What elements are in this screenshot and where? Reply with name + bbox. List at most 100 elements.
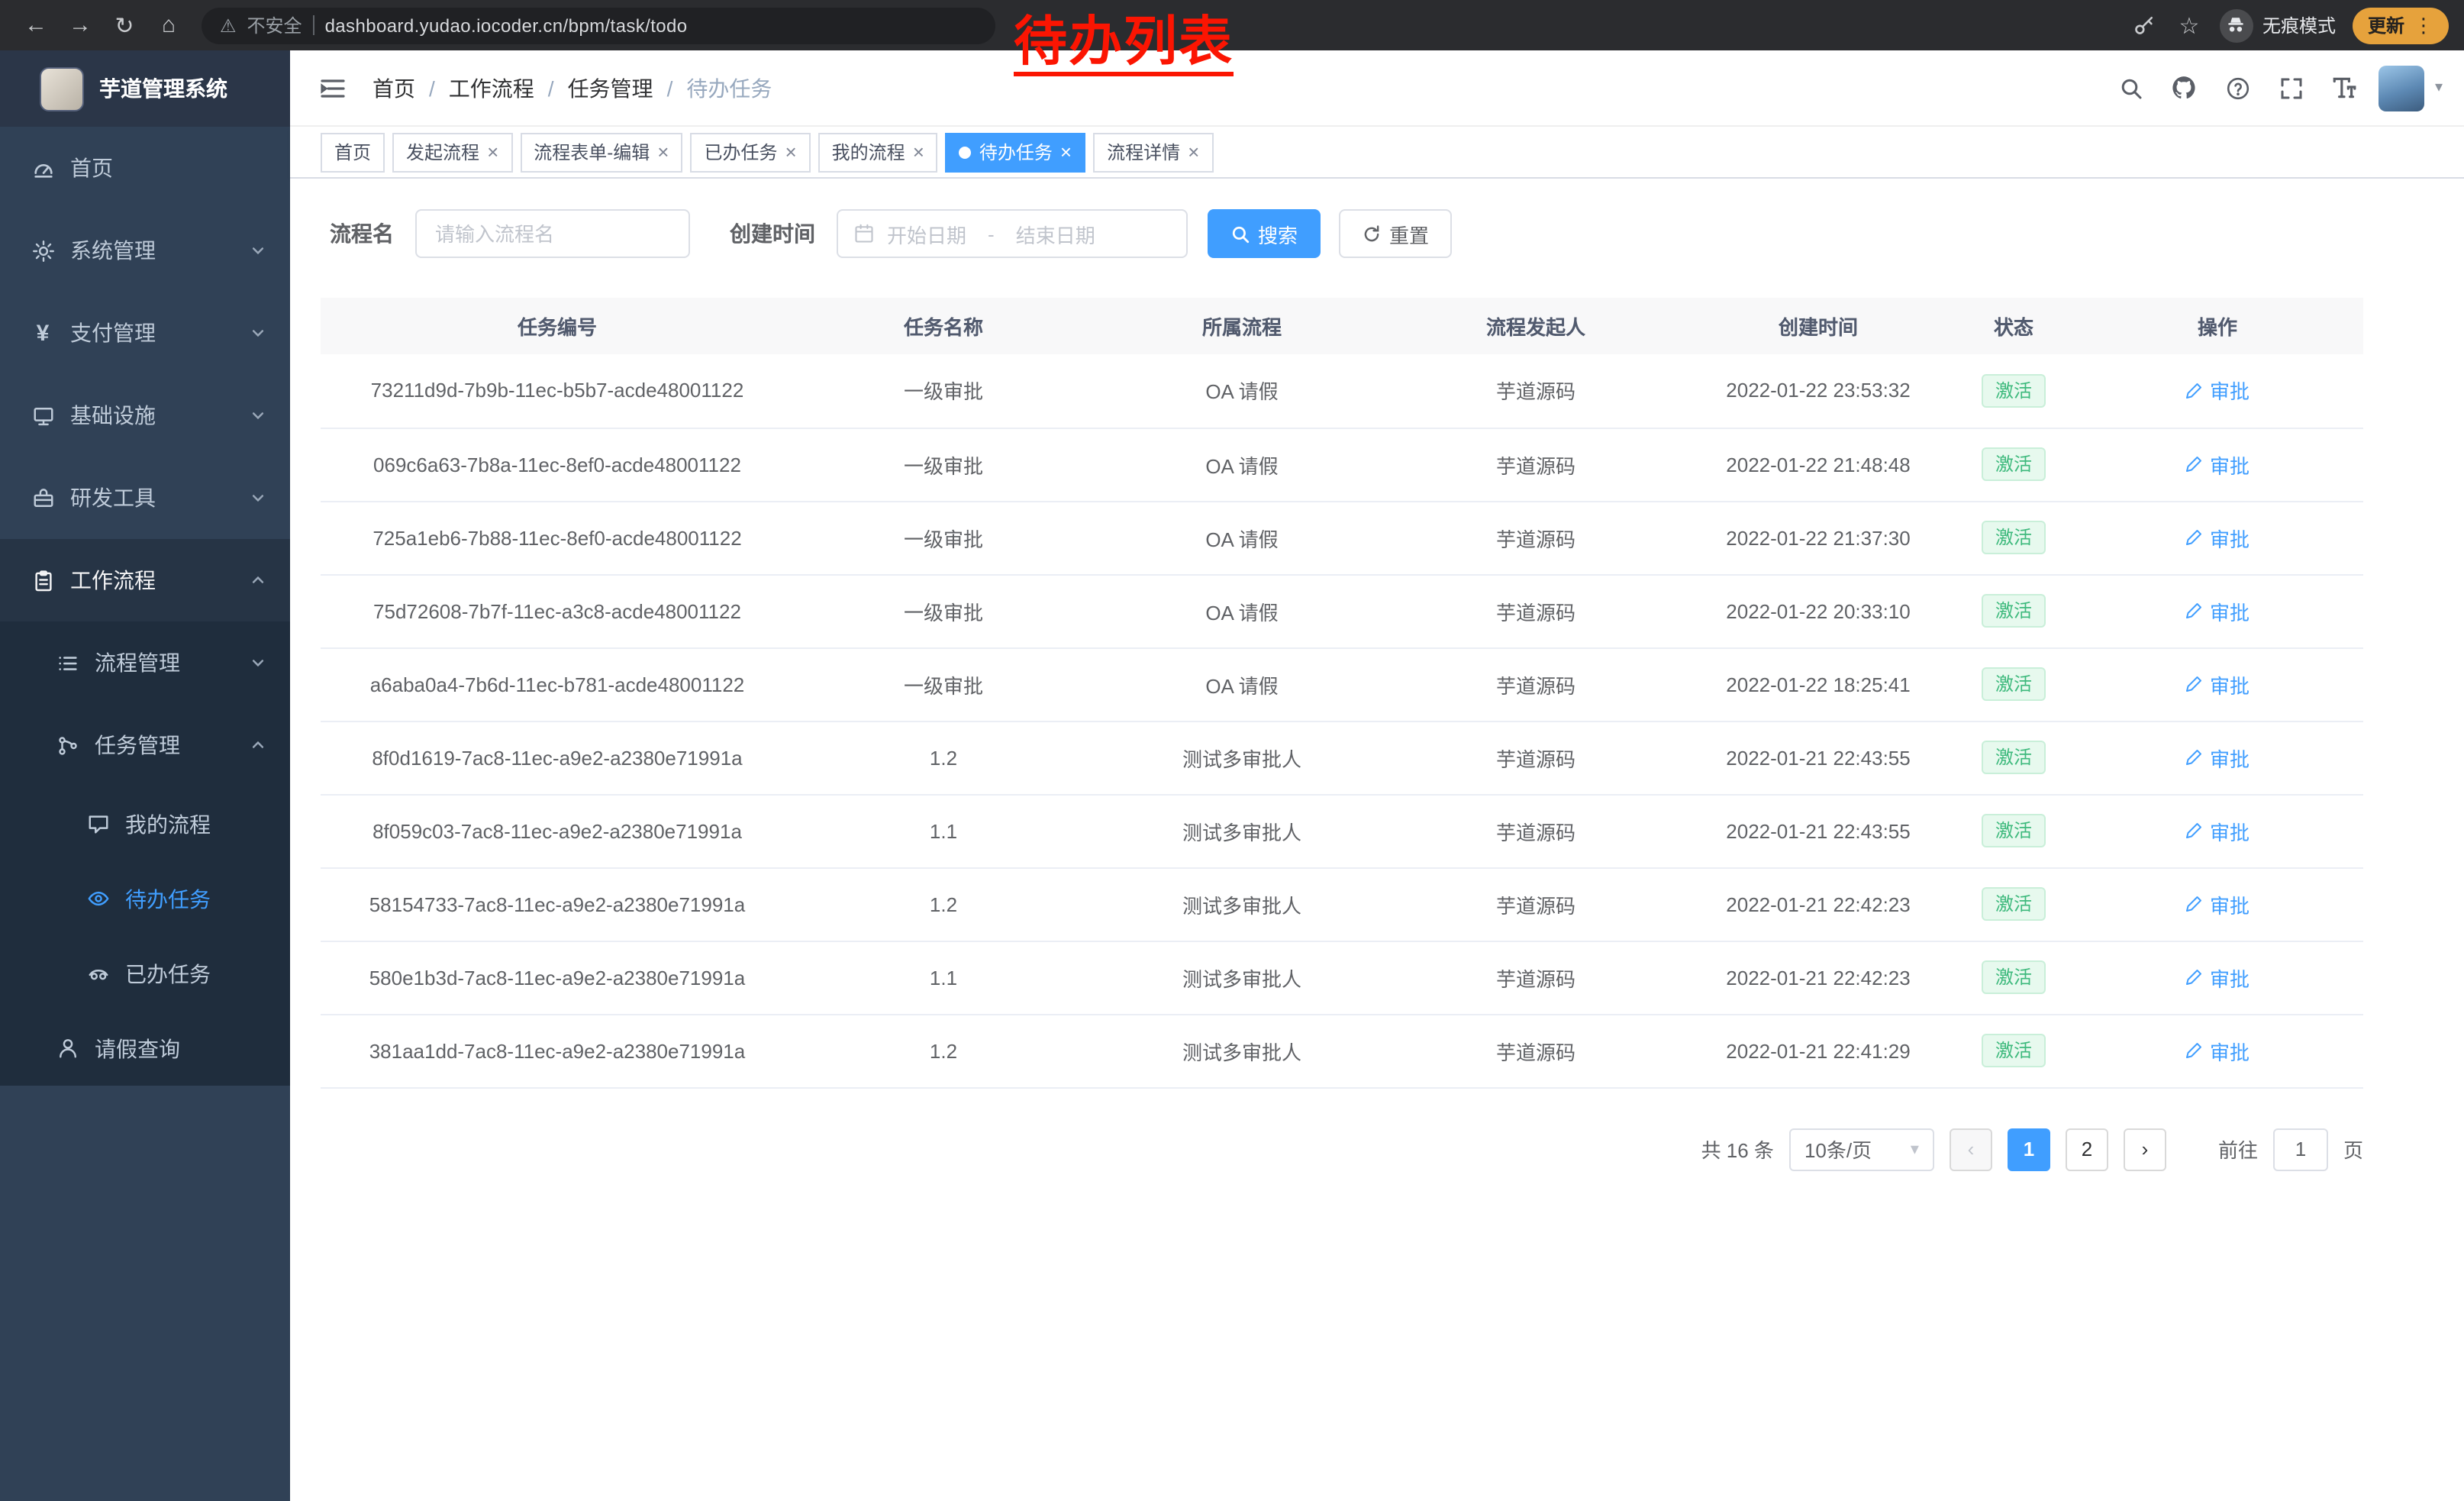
close-icon[interactable]: × [1188,142,1199,162]
approve-label: 审批 [2210,963,2250,992]
tab-my-processes[interactable]: 我的流程 × [818,132,938,172]
approve-link[interactable]: 审批 [2185,743,2250,772]
status-badge: 激活 [1982,960,2046,994]
initiator: 芋道源码 [1496,454,1575,477]
next-page-button[interactable]: › [2124,1128,2166,1170]
close-icon[interactable]: × [785,142,796,162]
chevron-down-icon [250,243,266,258]
tab-home[interactable]: 首页 [321,132,385,172]
approve-link[interactable]: 审批 [2185,1036,2250,1065]
sidebar-item-label: 流程管理 [95,647,180,678]
start-date-placeholder: 开始日期 [887,219,966,248]
chevron-down-icon: ▾ [1911,1139,1919,1159]
reset-button[interactable]: 重置 [1339,209,1452,258]
breadcrumb-item[interactable]: 首页 [373,73,415,103]
github-icon[interactable] [2165,68,2204,108]
sidebar-item-workflow[interactable]: 工作流程 [0,539,290,621]
browser-menu-icon[interactable]: ⋮ [2414,13,2433,37]
approve-link[interactable]: 审批 [2185,670,2250,699]
approve-link[interactable]: 审批 [2185,450,2250,479]
task-name: 1.2 [930,1039,957,1062]
page-size-select[interactable]: 10条/页 ▾ [1789,1128,1934,1170]
bookmark-star-icon[interactable]: ☆ [2175,11,2203,39]
task-id: 8f0d1619-7ac8-11ec-a9e2-a2380e71991a [372,746,742,769]
sidebar-item-home[interactable]: 首页 [0,127,290,209]
sidebar-item-my-processes[interactable]: 我的流程 [0,786,290,861]
hamburger-icon[interactable] [308,63,357,112]
initiator: 芋道源码 [1496,601,1575,624]
sidebar-item-done-tasks[interactable]: 已办任务 [0,936,290,1011]
sidebar-item-todo-tasks[interactable]: 待办任务 [0,861,290,936]
app-title: 芋道管理系统 [99,73,227,104]
app-window: 芋道管理系统 首页 系统管理 ¥ 支付管理 [0,50,2464,1501]
search-icon[interactable] [2111,68,2151,108]
tab-process-detail[interactable]: 流程详情 × [1093,132,1213,172]
browser-home-button[interactable]: ⌂ [148,5,189,46]
col-task-name: 任务名称 [794,298,1093,354]
security-label: 不安全 [247,12,302,38]
approve-link[interactable]: 审批 [2185,963,2250,992]
sidebar-item-task-management[interactable]: 任务管理 [0,704,290,786]
help-icon[interactable] [2218,68,2258,108]
process-name-input[interactable] [415,209,690,258]
font-size-icon[interactable] [2325,68,2365,108]
created-time: 2022-01-22 20:33:10 [1726,599,1910,622]
approve-link[interactable]: 审批 [2185,596,2250,625]
update-button[interactable]: 更新 ⋮ [2353,7,2449,44]
task-name: 一级审批 [904,674,983,697]
monitor-icon [31,403,55,428]
page-button-1[interactable]: 1 [2008,1128,2050,1170]
tab-start-process[interactable]: 发起流程 × [392,132,512,172]
sidebar-item-infrastructure[interactable]: 基础设施 [0,374,290,457]
goto-page-input[interactable] [2273,1128,2328,1170]
prev-page-button[interactable]: ‹ [1950,1128,1992,1170]
avatar-caret-icon[interactable]: ▾ [2435,79,2443,96]
browser-forward-button[interactable]: → [60,5,101,46]
incognito-label: 无痕模式 [2262,12,2336,38]
approve-label: 审批 [2210,450,2250,479]
sidebar-item-label: 任务管理 [95,730,180,760]
breadcrumb-item[interactable]: 工作流程 [449,73,534,103]
fullscreen-icon[interactable] [2272,68,2311,108]
browser-back-button[interactable]: ← [15,5,56,46]
breadcrumb-item[interactable]: 任务管理 [568,73,653,103]
screen: ← → ↻ ⌂ ⚠ 不安全 dashboard.yudao.iocoder.cn… [0,0,2464,1501]
end-date-placeholder: 结束日期 [1016,219,1095,248]
logo-avatar [40,66,84,111]
approve-link[interactable]: 审批 [2185,816,2250,845]
sidebar-item-devtools[interactable]: 研发工具 [0,457,290,539]
sidebar-item-process-management[interactable]: 流程管理 [0,621,290,704]
approve-link[interactable]: 审批 [2185,889,2250,918]
logo[interactable]: 芋道管理系统 [0,50,290,127]
tab-todo-tasks[interactable]: 待办任务 × [946,132,1085,172]
search-button[interactable]: 搜索 [1208,209,1321,258]
task-table-card: 任务编号 任务名称 所属流程 流程发起人 创建时间 状态 操作 [321,298,2363,1088]
address-bar[interactable]: ⚠ 不安全 dashboard.yudao.iocoder.cn/bpm/tas… [202,7,995,44]
breadcrumb: 首页 / 工作流程 / 任务管理 / 待办任务 [373,73,772,103]
status-badge: 激活 [1982,741,2046,774]
avatar[interactable] [2379,65,2424,111]
table-row: 580e1b3d-7ac8-11ec-a9e2-a2380e71991a 1.1… [321,941,2363,1014]
close-icon[interactable]: × [1060,142,1072,162]
close-icon[interactable]: × [487,142,498,162]
close-icon[interactable]: × [657,142,669,162]
approve-link[interactable]: 审批 [2185,523,2250,552]
task-id: 069c6a63-7b8a-11ec-8ef0-acde48001122 [373,453,741,476]
approve-link[interactable]: 审批 [2185,376,2250,405]
annotation-todo-list: 待办列表 [1014,15,1234,76]
key-icon[interactable] [2131,11,2159,39]
created-time: 2022-01-22 21:37:30 [1726,526,1910,549]
tab-process-form-edit[interactable]: 流程表单-编辑 × [520,132,682,172]
task-id: 381aa1dd-7ac8-11ec-a9e2-a2380e71991a [369,1039,746,1062]
browser-reload-button[interactable]: ↻ [104,5,145,46]
close-icon[interactable]: × [913,142,924,162]
date-range-picker[interactable]: 开始日期 - 结束日期 [837,209,1188,258]
sidebar-item-payment[interactable]: ¥ 支付管理 [0,292,290,374]
date-separator: - [979,222,1004,245]
tab-done-tasks[interactable]: 已办任务 × [690,132,810,172]
page-button-2[interactable]: 2 [2066,1128,2108,1170]
warning-icon: ⚠ [220,15,237,36]
col-initiator: 流程发起人 [1391,298,1681,354]
sidebar-item-system[interactable]: 系统管理 [0,209,290,292]
sidebar-item-leave-query[interactable]: 请假查询 [0,1011,290,1086]
